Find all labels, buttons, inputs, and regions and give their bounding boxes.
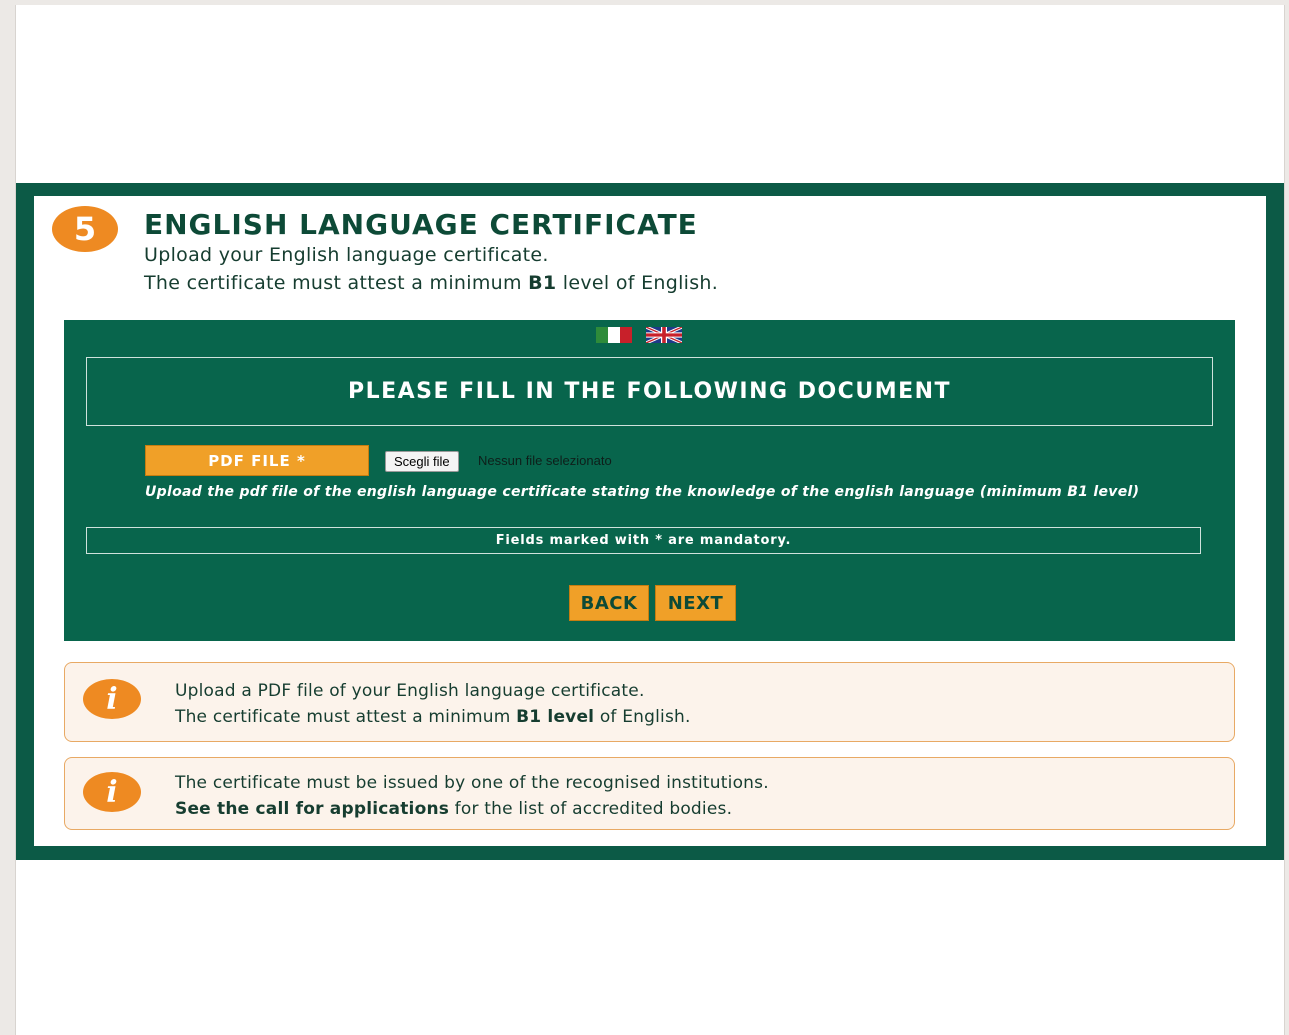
language-switcher	[596, 327, 682, 343]
info-box-1-line-2-text: The certificate must attest a minimum	[175, 707, 517, 727]
step-card: 5 ENGLISH LANGUAGE CERTIFICATE Upload yo…	[34, 196, 1266, 846]
mandatory-note-box: Fields marked with * are mandatory.	[86, 527, 1201, 554]
uk-flag-icon[interactable]	[646, 327, 682, 343]
info-box-2-line-2-end: for the list of accredited bodies.	[449, 799, 733, 819]
intro-line-2-text: The certificate must attest a minimum	[144, 272, 529, 294]
back-button[interactable]: BACK	[569, 585, 649, 621]
info-box-2-line-1: The certificate must be issued by one of…	[175, 773, 769, 793]
next-button[interactable]: NEXT	[655, 585, 736, 621]
info-box-1-line-2-bold: B1 level	[516, 707, 595, 727]
info-icon: i	[83, 772, 141, 812]
intro-line-2: The certificate must attest a minimum B1…	[144, 272, 718, 294]
info-box-1: i Upload a PDF file of your English lang…	[64, 662, 1235, 742]
form-heading-box: PLEASE FILL IN THE FOLLOWING DOCUMENT	[86, 357, 1213, 426]
info-box-1-line-2-end: of English.	[594, 707, 691, 727]
upload-hint: Upload the pdf file of the english langu…	[145, 484, 1140, 500]
info-icon: i	[83, 679, 141, 719]
info-box-2-line-2: See the call for applications for the li…	[175, 799, 732, 819]
pdf-file-label: PDF FILE *	[145, 445, 369, 476]
choose-file-button[interactable]: Scegli file	[385, 451, 459, 472]
call-for-applications-text: See the call for applications	[175, 799, 450, 819]
info-box-1-line-2: The certificate must attest a minimum B1…	[175, 707, 691, 727]
page: 5 ENGLISH LANGUAGE CERTIFICATE Upload yo…	[15, 5, 1285, 1035]
page-title: ENGLISH LANGUAGE CERTIFICATE	[144, 208, 698, 241]
form-heading: PLEASE FILL IN THE FOLLOWING DOCUMENT	[347, 379, 952, 404]
info-box-2: i The certificate must be issued by one …	[64, 757, 1235, 830]
intro-line-2-end: level of English.	[556, 272, 719, 294]
info-box-1-line-1: Upload a PDF file of your English langua…	[175, 681, 645, 701]
mandatory-note: Fields marked with * are mandatory.	[495, 533, 792, 548]
file-status-text: Nessun file selezionato	[478, 453, 612, 468]
upload-form-panel: PLEASE FILL IN THE FOLLOWING DOCUMENT PD…	[64, 320, 1235, 641]
step-frame: 5 ENGLISH LANGUAGE CERTIFICATE Upload yo…	[16, 183, 1284, 860]
intro-line-1: Upload your English language certificate…	[144, 244, 549, 266]
italian-flag-icon[interactable]	[596, 327, 632, 343]
intro-line-2-bold: B1	[528, 272, 557, 294]
step-number-badge: 5	[52, 206, 118, 252]
